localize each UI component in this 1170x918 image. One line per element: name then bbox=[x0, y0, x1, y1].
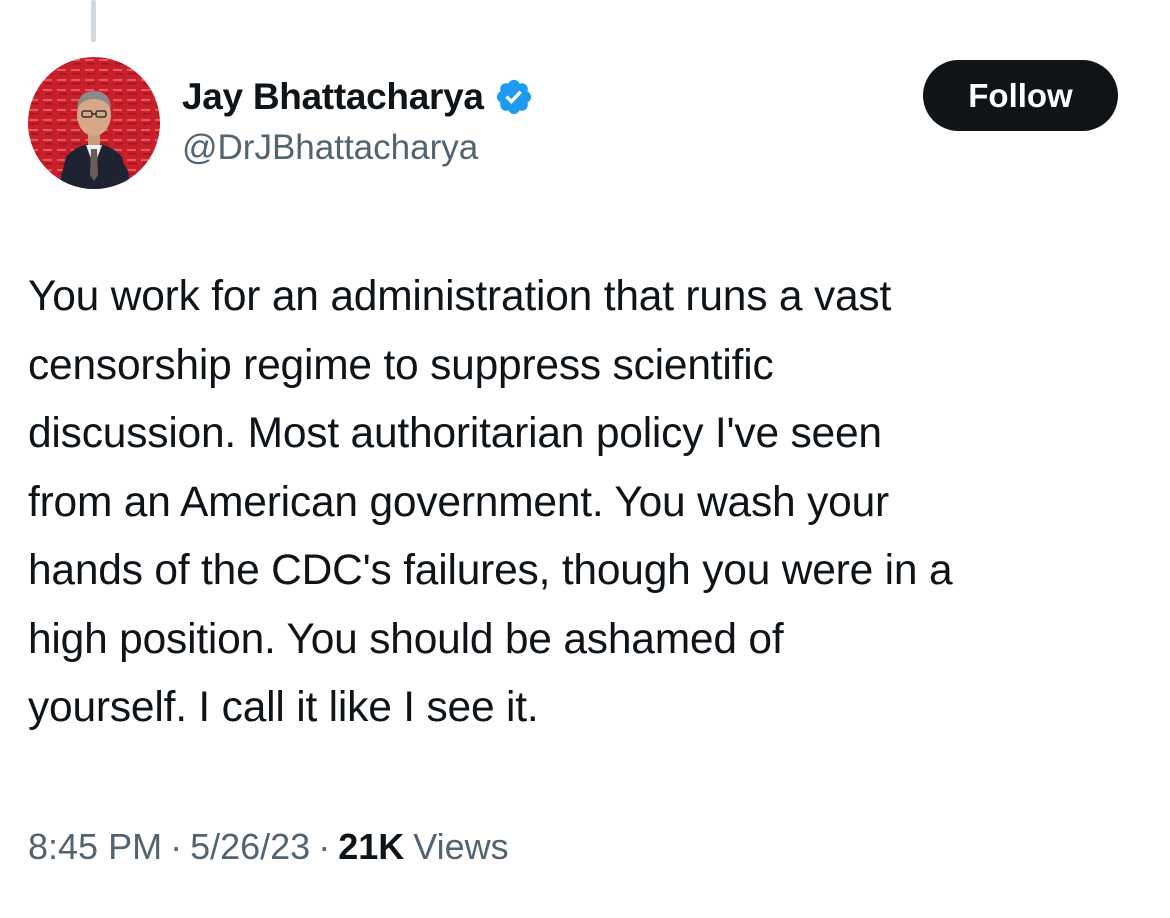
tweet-text-line: discussion. Most authoritarian policy I'… bbox=[28, 410, 882, 457]
tweet-text-line: high position. You should be ashamed of bbox=[28, 615, 784, 663]
tweet-text: You work for an administration that runs… bbox=[28, 263, 1158, 743]
views-label: Views bbox=[413, 826, 509, 867]
tweet-text-line: censorship regime to suppress scientific bbox=[28, 341, 774, 389]
meta-separator: · bbox=[170, 826, 183, 867]
tweet-text-line: yourself. I call it like I see it. bbox=[28, 684, 539, 731]
author-display-name[interactable]: Jay Bhattacharya bbox=[182, 76, 484, 118]
tweet-time[interactable]: 8:45 PM bbox=[28, 826, 162, 868]
author-name-row: Jay Bhattacharya bbox=[182, 74, 534, 120]
avatar[interactable] bbox=[28, 57, 160, 189]
thread-connector-line bbox=[91, 0, 96, 42]
meta-separator: · bbox=[318, 826, 331, 867]
tweet-text-line: from an American government. You wash yo… bbox=[28, 478, 889, 526]
tweet-metadata: 8:45 PM · 5/26/23 · 21K Views bbox=[28, 826, 509, 868]
tweet-text-line: You work for an administration that runs… bbox=[28, 273, 892, 320]
views-count[interactable]: 21K bbox=[338, 826, 404, 868]
avatar-image bbox=[28, 57, 160, 189]
follow-button[interactable]: Follow bbox=[923, 60, 1118, 131]
verified-badge-icon bbox=[494, 77, 534, 117]
author-handle[interactable]: @DrJBhattacharya bbox=[182, 128, 478, 168]
tweet-text-line: hands of the CDC's failures, though you … bbox=[28, 547, 953, 594]
tweet-date[interactable]: 5/26/23 bbox=[190, 826, 310, 868]
